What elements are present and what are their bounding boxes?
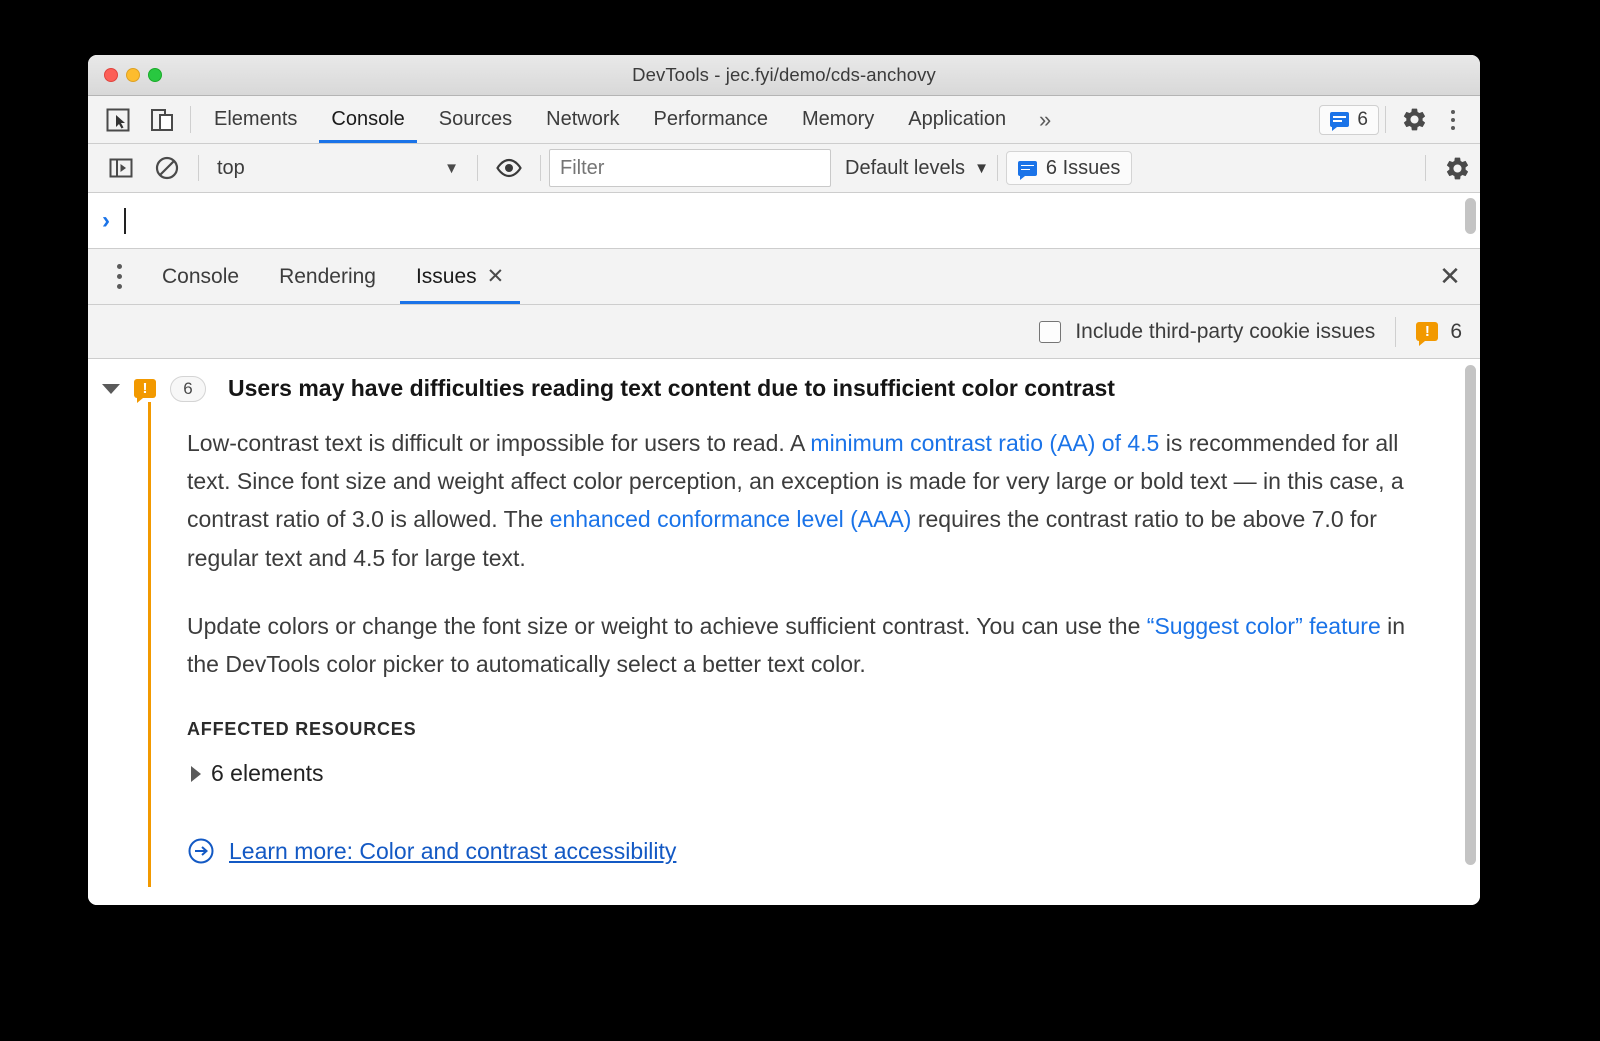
zoom-window-button[interactable]	[148, 68, 162, 82]
inspect-cursor-icon[interactable]	[96, 96, 140, 143]
open-issues-button[interactable]: 6 Issues	[1005, 151, 1133, 185]
p2-part1: Update colors or change the font size or…	[187, 612, 1147, 639]
device-toolbar-icon[interactable]	[140, 96, 184, 143]
tab-label: Sources	[438, 108, 513, 130]
minimize-window-button[interactable]	[126, 68, 140, 82]
warning-bubble-icon: !	[1416, 322, 1439, 346]
close-icon[interactable]: ✕	[487, 264, 505, 289]
live-expression-eye-icon[interactable]	[486, 148, 532, 188]
toolbar-divider-5	[1425, 155, 1426, 181]
issue-bubble-icon	[1330, 112, 1350, 131]
chevron-right-icon[interactable]	[191, 765, 201, 782]
filter-input[interactable]	[549, 149, 831, 187]
tab-label: Network	[546, 108, 620, 130]
drawer-tab-rendering[interactable]: Rendering	[259, 249, 396, 304]
issue-header-row[interactable]: ! 6 Users may have difficulties reading …	[88, 375, 1480, 403]
tab-label: Console	[331, 108, 405, 130]
toolbar-divider-4	[996, 155, 998, 181]
execution-context-select[interactable]: top ▼	[207, 150, 469, 186]
tab-performance[interactable]: Performance	[637, 96, 786, 143]
p1-part1: Low-contrast text is difficult or imposs…	[187, 430, 811, 456]
toolbar-divider	[198, 155, 199, 181]
link-suggest-color-feature[interactable]: “Suggest color” feature	[1147, 613, 1381, 639]
tab-elements[interactable]: Elements	[197, 96, 314, 143]
tabbar-divider-right	[1385, 106, 1386, 133]
tab-label: Elements	[214, 108, 298, 130]
issue-count-badge: 6	[170, 375, 206, 402]
affected-resources-heading: AFFECTED RESOURCES	[187, 719, 417, 740]
third-party-cookie-checkbox[interactable]	[1039, 320, 1062, 343]
learn-more-label[interactable]: Learn more: Color and contrast accessibi…	[229, 838, 676, 865]
issues-chip-count: 6	[1357, 108, 1368, 130]
tab-application[interactable]: Application	[891, 96, 1023, 143]
issue-paragraph-2: Update colors or change the font size or…	[187, 607, 1432, 683]
console-prompt-area[interactable]: ›	[88, 193, 1480, 249]
gear-icon[interactable]	[1392, 96, 1436, 143]
text-cursor	[124, 207, 126, 234]
external-link-circle-arrow-icon	[187, 837, 215, 865]
issues-warning-count: 6	[1450, 319, 1462, 343]
console-scrollbar-thumb[interactable]	[1465, 198, 1476, 234]
link-minimum-contrast-ratio[interactable]: minimum contrast ratio (AA) of 4.5	[810, 430, 1159, 456]
issues-scrollbar-thumb[interactable]	[1465, 365, 1476, 865]
drawer-tab-label: Rendering	[279, 264, 376, 288]
gear-icon[interactable]	[1434, 148, 1480, 188]
learn-more-link-row[interactable]: Learn more: Color and contrast accessibi…	[187, 837, 1480, 865]
drawer-tab-label: Issues	[415, 264, 477, 288]
log-levels-select[interactable]: Default levels ▼	[845, 157, 989, 180]
issues-panel: ! 6 Users may have difficulties reading …	[88, 359, 1480, 905]
tabbar-right-group: 6	[1319, 96, 1480, 143]
close-window-button[interactable]	[104, 68, 118, 82]
prompt-caret-icon: ›	[102, 206, 110, 234]
tabbar-divider	[190, 106, 191, 133]
tab-label: Memory	[802, 108, 875, 130]
console-sidebar-icon[interactable]	[98, 148, 144, 188]
issue-title: Users may have difficulties reading text…	[228, 375, 1115, 401]
chevron-down-icon: ▼	[444, 159, 459, 177]
tab-memory[interactable]: Memory	[785, 96, 891, 143]
kebab-menu-icon[interactable]	[96, 249, 142, 304]
issue-bubble-icon	[1017, 160, 1037, 180]
affected-resources-label: 6 elements	[211, 760, 324, 787]
chevron-down-icon[interactable]	[102, 383, 120, 394]
drawer-tab-issues[interactable]: Issues ✕	[396, 249, 524, 304]
issues-toolbar-divider	[1395, 316, 1397, 347]
issues-button-label: 6 Issues	[1045, 156, 1121, 179]
more-tabs-chevron-icon[interactable]: »	[1023, 96, 1067, 143]
clear-console-icon[interactable]	[144, 148, 190, 188]
console-toolbar: top ▼ Default levels ▼ 6 Issues	[88, 144, 1480, 193]
toolbar-divider-2	[477, 155, 478, 181]
issue-paragraph-1: Low-contrast text is difficult or imposs…	[187, 424, 1432, 577]
tab-console[interactable]: Console	[314, 96, 421, 143]
chevron-down-icon: ▼	[974, 159, 989, 177]
window-title: DevTools - jec.fyi/demo/cds-anchovy	[632, 64, 936, 85]
issues-count-chip[interactable]: 6	[1319, 104, 1379, 135]
issue-detail: Low-contrast text is difficult or imposs…	[148, 402, 1480, 888]
drawer-tab-console[interactable]: Console	[142, 249, 259, 304]
traffic-lights	[104, 68, 162, 82]
log-levels-label: Default levels	[845, 156, 966, 179]
warning-bubble-icon: !	[134, 379, 156, 403]
link-enhanced-conformance-level[interactable]: enhanced conformance level (AAA)	[550, 506, 912, 532]
tab-network[interactable]: Network	[529, 96, 636, 143]
drawer-tab-label: Console	[162, 264, 240, 288]
devtools-window: DevTools - jec.fyi/demo/cds-anchovy Elem…	[88, 55, 1480, 905]
window-titlebar: DevTools - jec.fyi/demo/cds-anchovy	[88, 55, 1480, 96]
third-party-cookie-label: Include third-party cookie issues	[1075, 319, 1376, 343]
devtools-main-tabbar: Elements Console Sources Network Perform…	[88, 96, 1480, 144]
execution-context-value: top	[217, 156, 245, 179]
tab-label: Performance	[653, 108, 769, 130]
third-party-cookie-checkbox-row[interactable]: Include third-party cookie issues	[1039, 320, 1375, 344]
drawer-tabbar: Console Rendering Issues ✕ ✕	[88, 249, 1480, 305]
tab-sources[interactable]: Sources	[422, 96, 529, 143]
toolbar-divider-3	[540, 155, 541, 181]
kebab-menu-icon[interactable]	[1436, 96, 1470, 143]
issues-toolbar: Include third-party cookie issues ! 6	[88, 305, 1480, 359]
affected-resources-row[interactable]: 6 elements	[187, 760, 1480, 787]
close-drawer-icon[interactable]: ✕	[1420, 249, 1480, 304]
tab-label: Application	[908, 108, 1007, 130]
